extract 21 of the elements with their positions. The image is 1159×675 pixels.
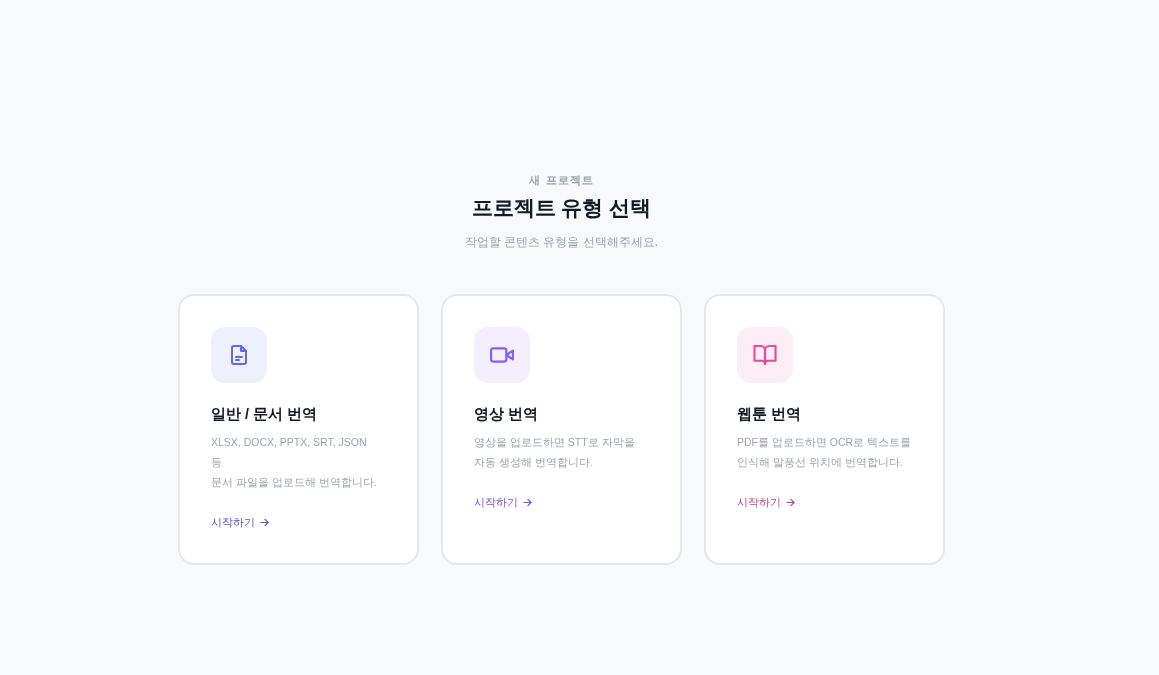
page-subtitle: 작업할 콘텐츠 유형을 선택해주세요. <box>464 234 659 251</box>
open-book-icon <box>737 327 793 383</box>
start-link[interactable]: 시작하기 <box>737 492 795 512</box>
card-description: XLSX, DOCX, PPTX, SRT, JSON 등 문서 파일을 업로드해 번역합니다. <box>211 435 377 490</box>
eyebrow-label: 새 프로젝트 <box>529 173 594 188</box>
card-title: 웹툰 번역 <box>737 405 802 424</box>
video-camera-icon <box>474 327 530 383</box>
start-link[interactable]: 시작하기 <box>474 492 532 512</box>
arrow-right-icon <box>260 517 269 527</box>
card-description: PDF를 업로드하면 OCR로 텍스트를 인식해 말풍선 위치에 번역합니다. <box>737 435 912 470</box>
project-type-card[interactable]: 영상 번역 영상을 업로드하면 STT로 자막을 자동 생성해 번역합니다. 시작하기 <box>441 294 682 565</box>
card-title: 일반 / 문서 번역 <box>211 405 318 424</box>
project-type-card[interactable]: 일반 / 문서 번역 XLSX, DOCX, PPTX, SRT, JSON 등 문서 파일을 업로드해 번역합니다. 시작하기 <box>178 294 419 565</box>
page-title: 프로젝트 유형 선택 <box>471 195 652 221</box>
start-link[interactable]: 시작하기 <box>211 512 269 532</box>
card-title: 영상 번역 <box>474 405 539 424</box>
arrow-right-icon <box>523 497 532 507</box>
card-description: 영상을 업로드하면 STT로 자막을 자동 생성해 번역합니다. <box>474 435 635 470</box>
project-type-card[interactable]: 웹툰 번역 PDF를 업로드하면 OCR로 텍스트를 인식해 말풍선 위치에 번역합니다. 시작하기 <box>704 294 945 565</box>
arrow-right-icon <box>786 497 795 507</box>
document-icon <box>211 327 267 383</box>
